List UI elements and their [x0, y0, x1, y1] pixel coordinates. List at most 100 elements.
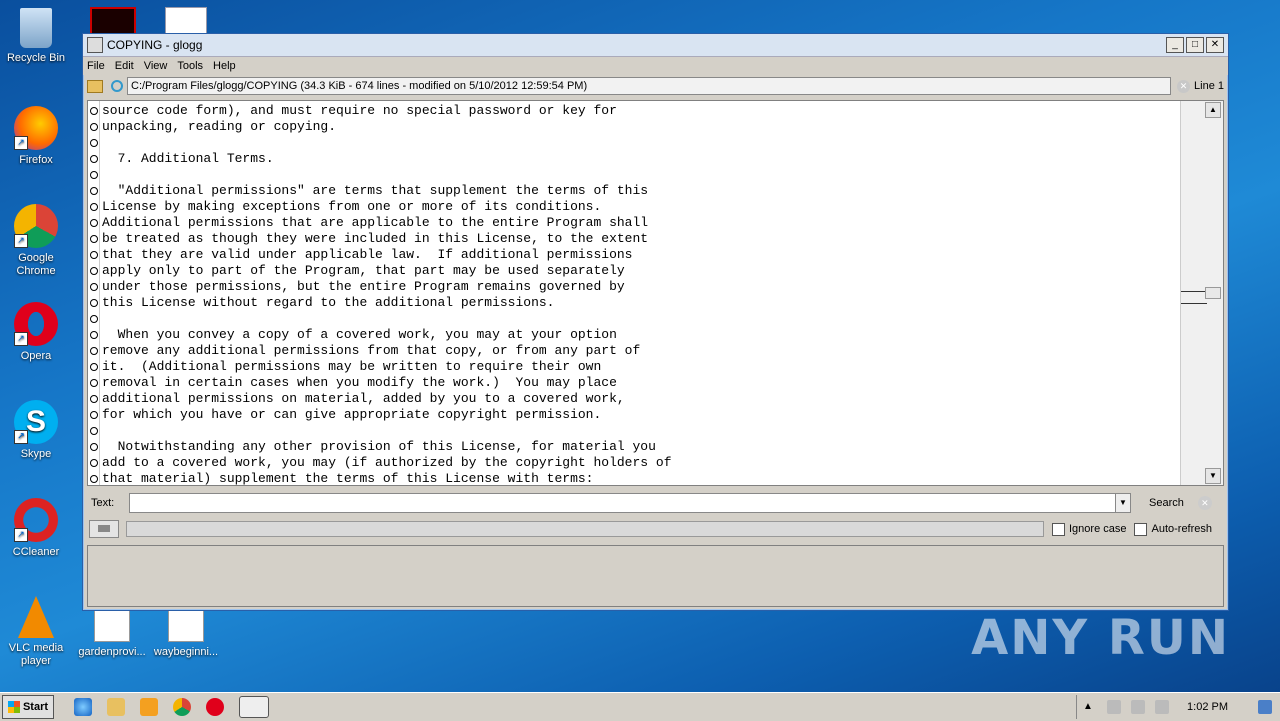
windows-logo-icon: [7, 701, 20, 713]
search-options-bar: Ignore case Auto-refresh: [87, 519, 1222, 539]
search-bar: Text: ▼ Search ✕: [87, 491, 1222, 515]
line-marker[interactable]: [90, 283, 98, 291]
maximize-button[interactable]: □: [1186, 37, 1204, 53]
vertical-scrollbar[interactable]: ▲ ▼: [1180, 101, 1223, 485]
line-marker[interactable]: [90, 379, 98, 387]
line-marker[interactable]: [90, 363, 98, 371]
line-marker[interactable]: [90, 203, 98, 211]
skype-icon: S ↗: [14, 400, 58, 444]
auto-refresh-checkbox[interactable]: [1134, 522, 1148, 536]
desktop-icon-vlc[interactable]: VLC media player: [0, 596, 72, 668]
file-explorer-icon[interactable]: [107, 698, 125, 716]
close-button[interactable]: ✕: [1206, 37, 1224, 53]
log-line: source code form), and must require no s…: [102, 103, 617, 118]
log-line: removal in certain cases when you modify…: [102, 375, 617, 390]
desktop-icon-recycle-bin[interactable]: Recycle Bin: [0, 8, 72, 65]
desktop-icon-chrome[interactable]: ↗ Google Chrome: [0, 204, 72, 278]
menu-edit[interactable]: Edit: [115, 60, 134, 72]
menu-view[interactable]: View: [144, 60, 168, 72]
line-marker[interactable]: [90, 123, 98, 131]
flag-icon[interactable]: [1155, 700, 1170, 714]
chevron-up-icon[interactable]: ▲: [1083, 700, 1097, 714]
menu-bar: File Edit View Tools Help: [83, 57, 1228, 75]
desktop-icon-label: CCleaner: [12, 546, 60, 558]
log-line: it. (Additional permissions may be writt…: [102, 359, 602, 374]
line-marker[interactable]: [90, 171, 98, 179]
menu-help[interactable]: Help: [213, 60, 236, 72]
file-path-display: C:/Program Files/glogg/COPYING (34.3 KiB…: [127, 77, 1172, 95]
title-bar[interactable]: COPYING - glogg _ □ ✕: [83, 34, 1228, 57]
scroll-thumb[interactable]: [1205, 287, 1221, 299]
show-desktop-icon[interactable]: [1258, 700, 1272, 714]
line-marker[interactable]: [90, 331, 98, 339]
log-line: that material) supplement the terms of t…: [102, 471, 594, 486]
internet-explorer-icon[interactable]: [74, 698, 92, 716]
ignore-case-label: Ignore case: [1069, 523, 1127, 535]
search-text-label: Text:: [91, 497, 115, 509]
desktop-icon-gardenprovi[interactable]: gardenprovi...: [76, 606, 148, 659]
search-input[interactable]: ▼: [129, 493, 1131, 513]
log-line: this License without regard to the addit…: [102, 295, 555, 310]
scroll-up-button[interactable]: ▲: [1205, 102, 1221, 118]
close-search-icon[interactable]: ✕: [1197, 496, 1212, 510]
desktop-icon-ccleaner[interactable]: ↗ CCleaner: [0, 498, 72, 559]
line-number-label: Line 1: [1194, 80, 1224, 92]
open-folder-icon[interactable]: [87, 79, 103, 93]
log-text: source code form), and must require no s…: [102, 103, 672, 487]
line-marker-gutter[interactable]: [88, 101, 100, 485]
menu-tools[interactable]: Tools: [177, 60, 203, 72]
ignore-case-checkbox[interactable]: [1052, 522, 1065, 536]
line-marker[interactable]: [90, 251, 98, 259]
stop-search-button[interactable]: [89, 520, 119, 538]
line-marker[interactable]: [90, 411, 98, 419]
desktop-icon-waybeginni[interactable]: waybeginni...: [150, 606, 222, 659]
line-marker[interactable]: [90, 107, 98, 115]
desktop-icon-firefox[interactable]: ↗ Firefox: [0, 106, 72, 167]
log-line: When you convey a copy of a covered work…: [102, 327, 617, 342]
chevron-down-icon[interactable]: ▼: [1115, 494, 1130, 512]
line-marker[interactable]: [90, 139, 98, 147]
desktop-icon-label: waybeginni...: [153, 646, 219, 658]
log-line: "Additional permissions" are terms that …: [102, 183, 649, 198]
reload-icon[interactable]: [111, 80, 123, 92]
line-marker[interactable]: [90, 267, 98, 275]
line-marker[interactable]: [90, 155, 98, 163]
line-marker[interactable]: [90, 443, 98, 451]
minimize-button[interactable]: _: [1166, 37, 1184, 53]
ccleaner-icon: ↗: [14, 498, 58, 542]
log-view[interactable]: source code form), and must require no s…: [87, 100, 1224, 486]
line-marker[interactable]: [90, 427, 98, 435]
line-marker[interactable]: [90, 347, 98, 355]
media-player-icon[interactable]: [140, 698, 158, 716]
log-line: unpacking, reading or copying.: [102, 119, 337, 134]
line-marker[interactable]: [90, 187, 98, 195]
scroll-down-button[interactable]: ▼: [1205, 468, 1221, 484]
line-marker[interactable]: [90, 299, 98, 307]
filtered-results-view[interactable]: [87, 545, 1224, 607]
line-marker[interactable]: [90, 315, 98, 323]
auto-refresh-label: Auto-refresh: [1151, 523, 1213, 535]
log-line: under those permissions, but the entire …: [102, 279, 625, 294]
word-document-icon[interactable]: [165, 7, 207, 35]
line-marker[interactable]: [90, 475, 98, 483]
opera-icon[interactable]: [206, 698, 224, 716]
menu-file[interactable]: File: [87, 60, 105, 72]
speaker-icon[interactable]: [1131, 700, 1146, 714]
search-button[interactable]: Search: [1149, 497, 1184, 509]
start-button[interactable]: Start: [2, 695, 54, 719]
stop-loading-icon[interactable]: ✕: [1177, 79, 1191, 93]
line-marker[interactable]: [90, 459, 98, 467]
line-marker[interactable]: [90, 395, 98, 403]
clock[interactable]: 1:02 PM: [1187, 701, 1228, 713]
chrome-icon[interactable]: [173, 698, 191, 716]
line-indicator: ✕ Line 1: [1177, 79, 1224, 93]
system-tray: ▲ 1:02 PM: [1076, 695, 1280, 719]
desktop-icon-opera[interactable]: ↗ Opera: [0, 302, 72, 363]
network-icon[interactable]: [1107, 700, 1122, 714]
line-marker[interactable]: [90, 235, 98, 243]
line-marker[interactable]: [90, 219, 98, 227]
glogg-taskbar-icon[interactable]: [239, 696, 269, 718]
desktop-icon-label: VLC media player: [8, 642, 64, 667]
desktop-icon-skype[interactable]: S ↗ Skype: [0, 400, 72, 461]
